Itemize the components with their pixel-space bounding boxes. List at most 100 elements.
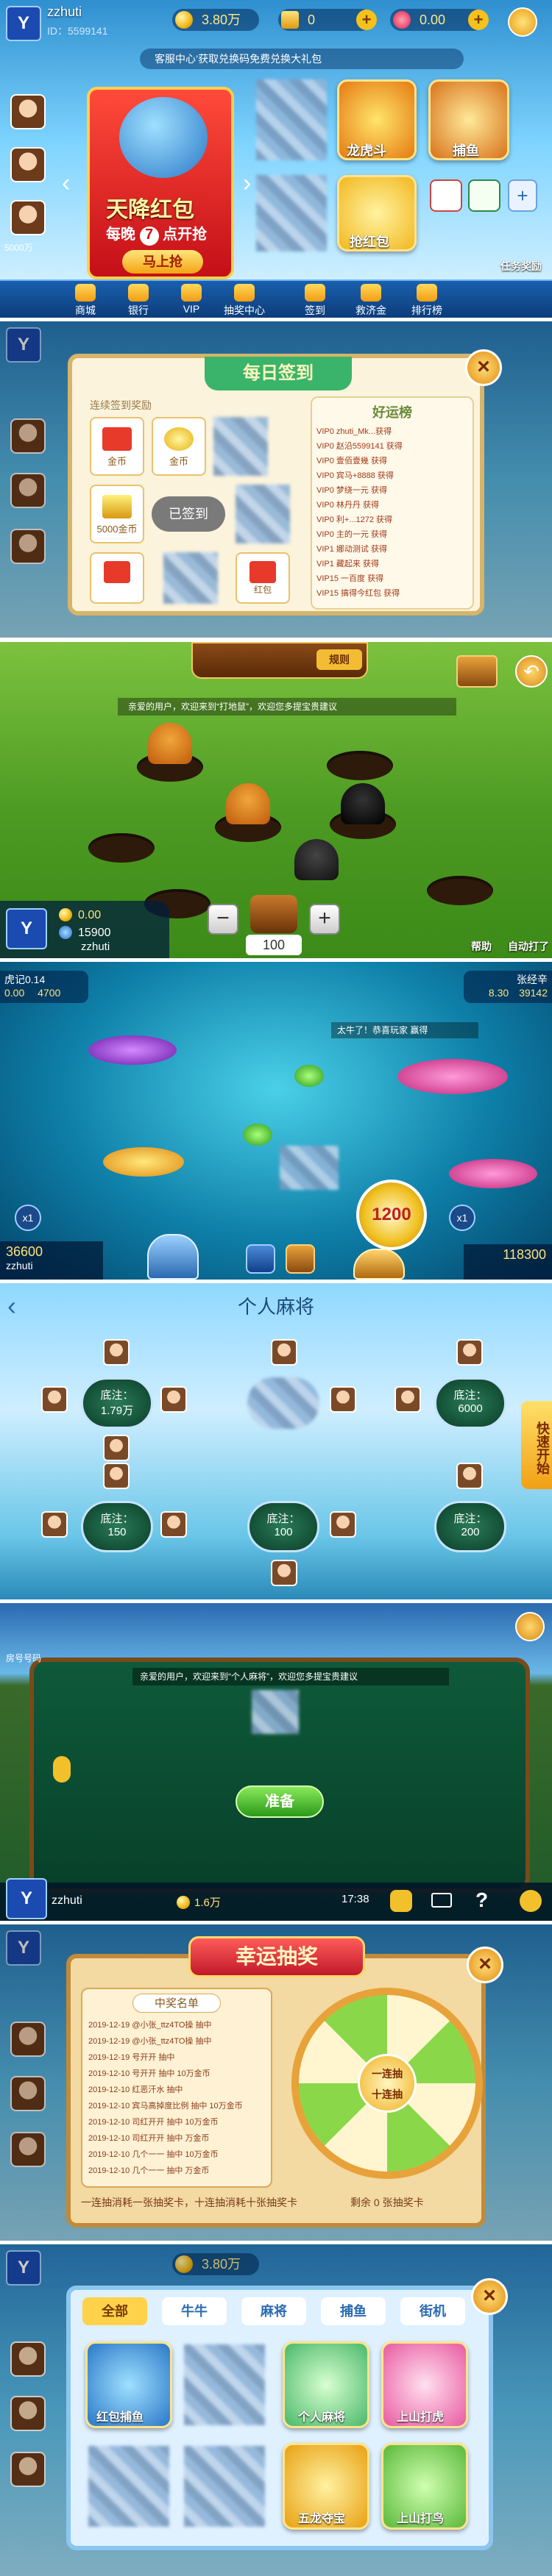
cannon-right[interactable]: [353, 1249, 405, 1280]
table-4[interactable]: 底注： 150: [81, 1501, 153, 1552]
seat-avatar[interactable]: [271, 1560, 297, 1586]
game-card-blurred-1[interactable]: [256, 79, 327, 160]
settings-icon[interactable]: [508, 7, 537, 37]
seat-avatar[interactable]: [103, 1463, 130, 1489]
game-card-fishing[interactable]: 捕鱼: [428, 79, 509, 160]
tab-all[interactable]: 全部: [82, 2297, 147, 2325]
auto-hit-button[interactable]: 自动打了: [508, 939, 549, 954]
draw-once-button[interactable]: 一连抽: [360, 2066, 414, 2081]
seat-avatar[interactable]: [456, 1339, 483, 1366]
ready-button[interactable]: 准备: [236, 1785, 324, 1818]
game-tile-five-dragons[interactable]: 五龙夺宝: [283, 2443, 369, 2530]
mic-icon[interactable]: [53, 1756, 71, 1783]
game-tile-mahjong[interactable]: 个人麻将: [283, 2341, 369, 2428]
nav-lottery[interactable]: 抽奖中心: [218, 284, 271, 318]
add-diamond-button[interactable]: +: [468, 10, 489, 30]
fish-yellow[interactable]: [103, 1147, 184, 1177]
table-1[interactable]: 底注： 1.79万: [81, 1377, 153, 1429]
seat-avatar[interactable]: [456, 1463, 483, 1489]
game-tile-mountain-tiger[interactable]: 上山打虎: [381, 2341, 468, 2428]
app-logo[interactable]: Y: [6, 6, 41, 41]
game-tile-blurred-2[interactable]: [88, 2446, 169, 2527]
hole-2[interactable]: [327, 751, 393, 780]
seat-avatar[interactable]: [160, 1511, 187, 1538]
x1-right[interactable]: x1: [449, 1205, 475, 1231]
seat-avatar[interactable]: [41, 1511, 68, 1538]
seat-avatar[interactable]: [103, 1339, 130, 1366]
banner-next-arrow[interactable]: ›: [243, 169, 251, 198]
treasure-chest-icon[interactable]: [456, 655, 498, 688]
red-packet-banner[interactable]: 天降红包 每晚 7 点开抢 马上抢: [87, 87, 234, 279]
game-tile-red-packet-fishing[interactable]: 红包捕鱼: [85, 2341, 172, 2428]
game-tile-blurred-3[interactable]: [184, 2446, 265, 2527]
seat-avatar[interactable]: [394, 1386, 421, 1413]
nav-signin[interactable]: 签到: [289, 284, 342, 318]
cannon-left[interactable]: [147, 1234, 199, 1280]
nav-vip[interactable]: VIP: [165, 284, 218, 315]
reward-day-1[interactable]: 金币: [90, 417, 144, 476]
fish-green-2[interactable]: [243, 1124, 272, 1146]
fish-purple[interactable]: [88, 1035, 177, 1065]
table-2-blurred[interactable]: [247, 1377, 319, 1429]
game-tile-blurred-1[interactable]: [184, 2344, 265, 2425]
chat-icon[interactable]: [390, 1890, 412, 1912]
tab-fishing[interactable]: 捕鱼: [321, 2297, 386, 2325]
more-games-button[interactable]: +: [508, 179, 537, 212]
close-signin-button[interactable]: ×: [465, 349, 502, 386]
game-card-red-packet[interactable]: 抢红包: [337, 175, 417, 251]
tab-niuniu[interactable]: 牛牛: [162, 2297, 227, 2325]
x1-left[interactable]: x1: [15, 1205, 41, 1231]
grab-now-button[interactable]: 马上抢: [122, 250, 203, 274]
nav-bank[interactable]: 银行: [112, 284, 165, 318]
game-card-poker[interactable]: [430, 179, 462, 212]
speed-button[interactable]: [286, 1244, 315, 1274]
settings-icon[interactable]: [520, 1890, 542, 1912]
bet-minus-button[interactable]: −: [208, 904, 238, 935]
mole-3[interactable]: [341, 783, 385, 824]
mole-1[interactable]: [148, 723, 192, 764]
seat-avatar[interactable]: [271, 1339, 297, 1366]
game-card-blurred-2[interactable]: [256, 175, 327, 251]
back-button[interactable]: ↶: [515, 655, 548, 688]
rank-avatar-3[interactable]: [10, 200, 46, 235]
add-card-button[interactable]: +: [356, 10, 377, 30]
game-card-mahjong[interactable]: [468, 179, 500, 212]
rank-avatar-2[interactable]: [10, 147, 46, 182]
bet-plus-button[interactable]: +: [309, 904, 340, 935]
nav-shop[interactable]: 商城: [59, 284, 112, 318]
draw-ten-button[interactable]: 十连抽: [360, 2087, 414, 2102]
rank-avatar-1[interactable]: [10, 94, 46, 129]
lock-button[interactable]: [246, 1244, 275, 1274]
reward-day-9[interactable]: 红包: [236, 552, 290, 604]
hole-3[interactable]: [88, 833, 155, 863]
close-lottery-button[interactable]: ×: [467, 1947, 503, 1983]
fish-pink-shark[interactable]: [397, 1059, 508, 1094]
help-icon[interactable]: ?: [475, 1888, 488, 1912]
seat-avatar[interactable]: [41, 1386, 68, 1413]
table-3[interactable]: 底注： 6000: [434, 1377, 506, 1429]
draw-center[interactable]: 一连抽 十连抽: [358, 2054, 417, 2113]
mole-2[interactable]: [226, 783, 270, 824]
tab-mahjong[interactable]: 麻将: [241, 2297, 306, 2325]
nav-relief[interactable]: 救济金: [344, 284, 397, 318]
table-6[interactable]: 底注： 200: [434, 1501, 506, 1552]
tab-arcade[interactable]: 街机: [400, 2297, 465, 2325]
fish-pink-2[interactable]: [449, 1159, 537, 1188]
quick-start-button[interactable]: 快速开始: [521, 1401, 552, 1489]
seat-avatar[interactable]: [160, 1386, 187, 1413]
seat-avatar[interactable]: [103, 1435, 130, 1461]
fish-green-1[interactable]: [294, 1065, 324, 1087]
close-games-button[interactable]: ×: [471, 2278, 508, 2315]
seat-avatar[interactable]: [330, 1511, 356, 1538]
game-tile-mountain-bird[interactable]: 上山打鸟: [381, 2443, 468, 2530]
table-5[interactable]: 底注： 100: [247, 1501, 319, 1552]
help-button[interactable]: 帮助: [471, 939, 492, 954]
game-card-dragon-tiger[interactable]: 龙虎斗: [337, 79, 417, 160]
reward-day-4[interactable]: 5000金币: [90, 485, 144, 543]
hole-7[interactable]: [427, 876, 493, 905]
task-reward-label[interactable]: 任务奖励: [500, 259, 542, 274]
signed-in-button[interactable]: 已签到: [152, 496, 225, 532]
reward-day-2[interactable]: 金币: [152, 417, 206, 476]
room-back-button[interactable]: [515, 1612, 545, 1641]
seat-avatar[interactable]: [330, 1386, 356, 1413]
